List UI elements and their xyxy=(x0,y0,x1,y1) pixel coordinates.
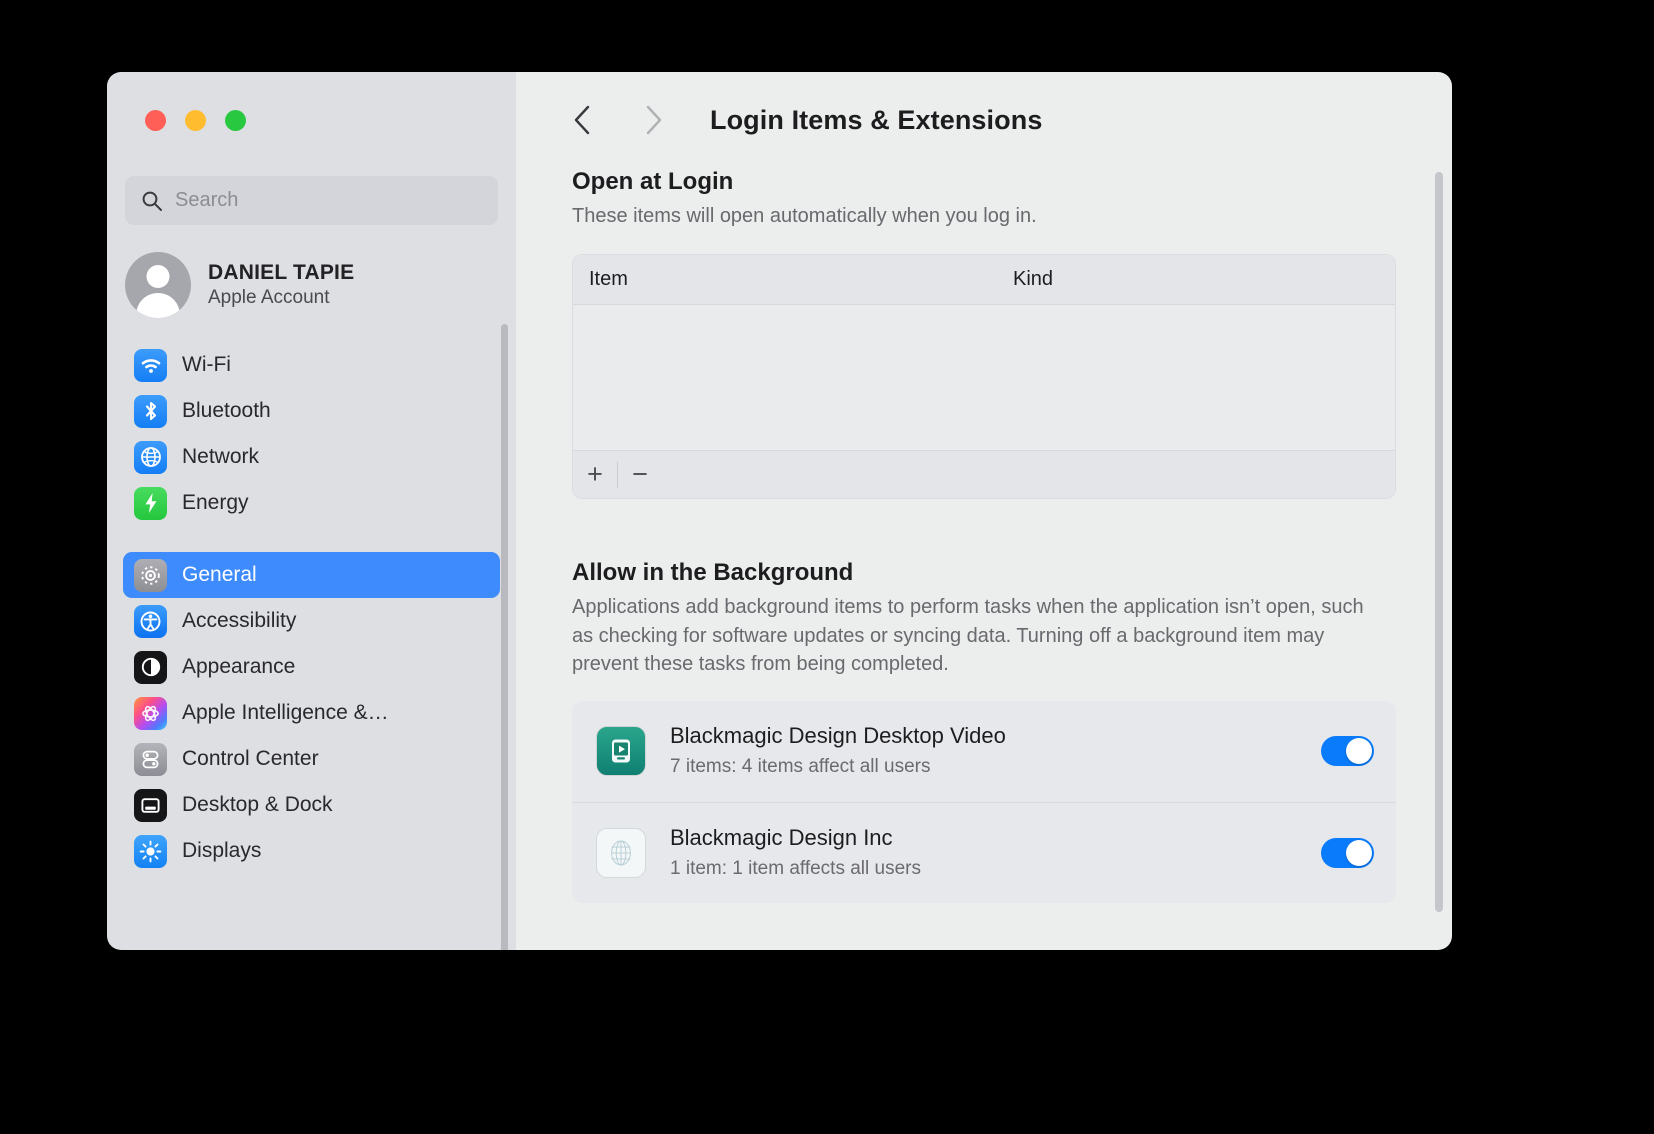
toggle-knob xyxy=(1346,839,1372,866)
sidebar-item-energy[interactable]: Energy xyxy=(123,480,500,526)
sidebar-item-bluetooth[interactable]: Bluetooth xyxy=(123,388,500,434)
background-item-row: Blackmagic Design Desktop Video 7 items:… xyxy=(572,701,1396,802)
sidebar-item-label: Accessibility xyxy=(182,609,297,632)
column-header-item: Item xyxy=(589,268,628,291)
background-item-row: Blackmagic Design Inc 1 item: 1 item aff… xyxy=(572,801,1396,903)
sidebar-item-accessibility[interactable]: Accessibility xyxy=(123,598,500,644)
search-field[interactable] xyxy=(125,176,498,225)
page-title: Login Items & Extensions xyxy=(710,104,1043,135)
column-header-kind: Kind xyxy=(1013,268,1054,291)
window-controls xyxy=(145,110,246,131)
background-item-detail: 1 item: 1 item affects all users xyxy=(670,857,921,879)
person-avatar-icon xyxy=(125,252,191,318)
toggle-knob xyxy=(1346,738,1372,765)
sidebar-item-label: General xyxy=(182,563,257,586)
sidebar: DANIEL TAPIE Apple Account xyxy=(107,72,516,950)
sidebar-item-label: Bluetooth xyxy=(182,399,271,422)
sidebar-group-system: General Accessibility Appearance Apple I… xyxy=(107,552,516,874)
table-body-empty[interactable] xyxy=(573,305,1395,451)
sidebar-item-label: Network xyxy=(182,445,260,468)
add-login-item-button[interactable]: + xyxy=(573,451,617,499)
sidebar-item-displays[interactable]: Displays xyxy=(123,828,500,874)
bluetooth-icon xyxy=(134,394,167,428)
account-subtitle: Apple Account xyxy=(208,286,330,308)
settings-content: Open at Login These items will open auto… xyxy=(516,168,1452,950)
back-button[interactable] xyxy=(556,93,610,147)
background-item-detail: 7 items: 4 items affect all users xyxy=(670,756,931,778)
sidebar-item-label: Wi-Fi xyxy=(182,353,231,376)
sidebar-item-apple-intelligence[interactable]: Apple Intelligence &… xyxy=(123,690,500,736)
main-pane: Login Items & Extensions Open at Login T… xyxy=(516,72,1452,950)
open-at-login-section: Open at Login These items will open auto… xyxy=(572,168,1396,500)
background-item-toggle[interactable] xyxy=(1321,837,1374,868)
sidebar-item-desktop-dock[interactable]: Desktop & Dock xyxy=(123,782,500,828)
wifi-icon xyxy=(134,348,167,382)
zoom-button[interactable] xyxy=(225,110,246,131)
login-items-table: Item Kind + − xyxy=(572,254,1396,500)
system-settings-window: DANIEL TAPIE Apple Account xyxy=(107,72,1452,950)
background-item-toggle[interactable] xyxy=(1321,736,1374,767)
sidebar-item-wi-fi[interactable]: Wi-Fi xyxy=(123,342,500,388)
toolbar: Login Items & Extensions xyxy=(516,72,1452,168)
screen: DANIEL TAPIE Apple Account xyxy=(0,0,1654,1134)
gear-icon xyxy=(134,558,167,592)
sidebar-item-label: Displays xyxy=(182,839,262,862)
close-button[interactable] xyxy=(145,110,166,131)
table-footer: + − xyxy=(573,450,1395,499)
search-input[interactable] xyxy=(175,189,475,212)
allow-background-section: Allow in the Background Applications add… xyxy=(572,559,1396,903)
account-name: DANIEL TAPIE xyxy=(208,260,355,284)
sidebar-group-connectivity: Wi-Fi Bluetooth Network Energy xyxy=(107,342,516,526)
desktop-dock-icon xyxy=(134,788,167,822)
desktop-video-app-icon xyxy=(596,726,646,777)
search-icon xyxy=(141,190,163,212)
chevron-right-icon xyxy=(646,105,662,135)
background-items-list: Blackmagic Design Desktop Video 7 items:… xyxy=(572,700,1396,903)
appearance-icon xyxy=(134,650,167,684)
sidebar-item-label: Desktop & Dock xyxy=(182,793,333,816)
section-description: Applications add background items to per… xyxy=(572,596,1364,676)
sidebar-item-label: Control Center xyxy=(182,747,319,770)
main-scrollbar[interactable] xyxy=(1435,172,1443,912)
apple-account-row[interactable]: DANIEL TAPIE Apple Account xyxy=(107,244,516,326)
sidebar-item-label: Appearance xyxy=(182,655,296,678)
sidebar-item-label: Energy xyxy=(182,491,249,514)
sidebar-scrollbar[interactable] xyxy=(501,324,508,950)
forward-button[interactable] xyxy=(626,93,680,147)
sidebar-scroll-area: DANIEL TAPIE Apple Account Wi-Fi Bluetoo… xyxy=(107,244,516,950)
section-title: Allow in the Background xyxy=(572,559,854,587)
table-header-row: Item Kind xyxy=(573,255,1395,306)
sidebar-item-control-center[interactable]: Control Center xyxy=(123,736,500,782)
background-item-name: Blackmagic Design Desktop Video xyxy=(670,723,1006,749)
displays-icon xyxy=(134,834,167,868)
accessibility-icon xyxy=(134,604,167,638)
chevron-left-icon xyxy=(574,105,590,135)
apple-intelligence-icon xyxy=(134,696,167,730)
sidebar-item-general[interactable]: General xyxy=(123,552,500,598)
sidebar-item-network[interactable]: Network xyxy=(123,434,500,480)
sidebar-item-appearance[interactable]: Appearance xyxy=(123,644,500,690)
control-center-icon xyxy=(134,742,167,776)
energy-bolt-icon xyxy=(134,486,167,520)
section-title: Open at Login xyxy=(572,168,734,195)
minimize-button[interactable] xyxy=(185,110,206,131)
remove-login-item-button[interactable]: − xyxy=(618,451,662,499)
sidebar-item-label: Apple Intelligence &… xyxy=(182,701,389,724)
section-description: These items will open automatically when… xyxy=(572,205,1037,227)
network-globe-icon xyxy=(134,440,167,474)
grid-sphere-app-icon xyxy=(596,827,646,878)
background-item-name: Blackmagic Design Inc xyxy=(670,824,893,850)
